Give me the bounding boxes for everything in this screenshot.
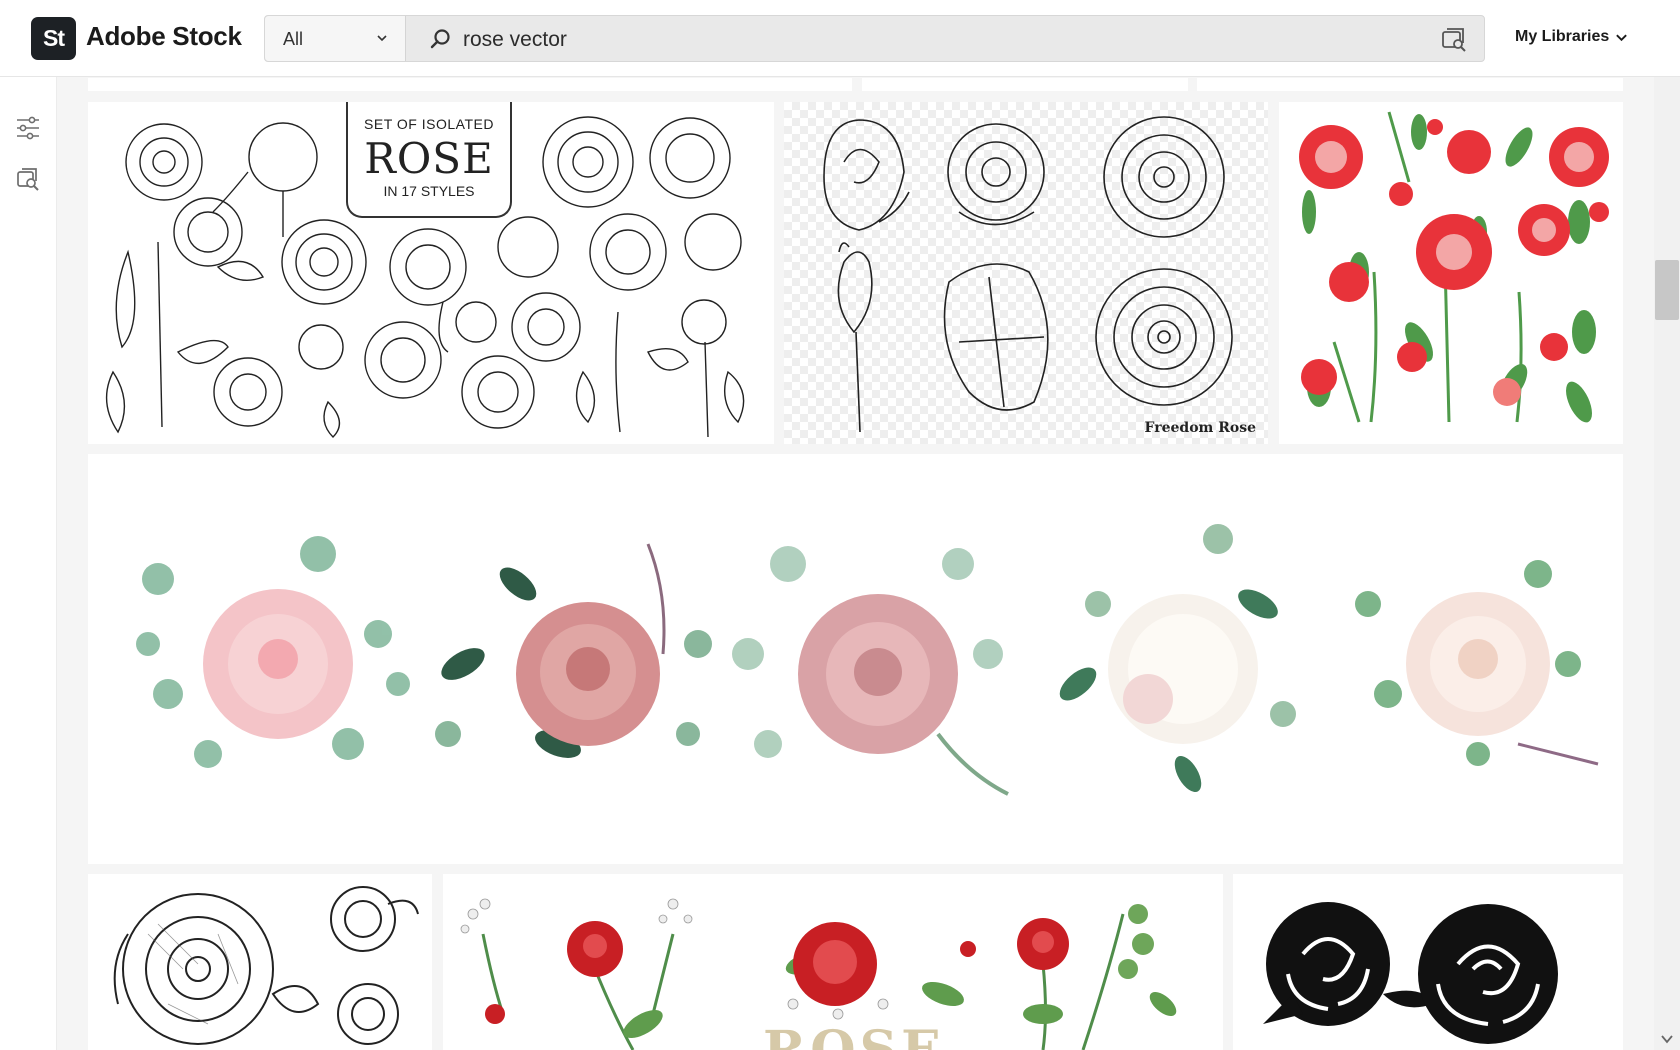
result-tile-partial[interactable]	[862, 78, 1188, 91]
freedom-rose-image	[823, 116, 1233, 433]
search-bar: All	[264, 15, 1485, 62]
my-libraries-label: My Libraries	[1515, 28, 1610, 45]
result-tile-freedom-rose[interactable]: Freedom Rose	[784, 102, 1268, 444]
search-input[interactable]	[463, 28, 1363, 52]
chevron-down-icon	[377, 35, 387, 42]
result-tile-partial[interactable]	[88, 78, 852, 91]
page-scrollbar[interactable]	[1654, 0, 1680, 1050]
left-rail	[0, 77, 57, 1050]
result-tile-partial[interactable]	[1197, 78, 1623, 91]
result-tile-line-roses[interactable]: SET OF ISOLATED ROSE IN 17 STYLES	[88, 102, 774, 444]
top-header: St Adobe Stock All My Libraries	[0, 0, 1680, 77]
scope-dropdown[interactable]: All	[265, 16, 406, 61]
scrollbar-thumb[interactable]	[1655, 260, 1679, 320]
scope-label: All	[283, 29, 304, 49]
result-tile-red-roses[interactable]	[1279, 102, 1623, 444]
adobe-stock-logo[interactable]: St	[31, 17, 76, 60]
watercolor-bouquets-image	[136, 524, 1599, 796]
red-roses-image	[1299, 111, 1609, 423]
result-tile-red-rose-set[interactable]: ROSE	[443, 874, 1223, 1050]
visual-search-icon[interactable]	[14, 165, 42, 193]
filters-icon[interactable]	[14, 114, 42, 142]
my-libraries-button[interactable]: My Libraries	[1515, 28, 1628, 46]
tile-overlay-text: ROSE	[763, 1020, 945, 1050]
visual-search-icon[interactable]	[1440, 26, 1468, 54]
logo-text: St	[43, 25, 65, 51]
rose-silhouettes-image	[1263, 902, 1558, 1044]
search-icon	[430, 29, 450, 49]
watermark-label: Freedom Rose	[1144, 420, 1256, 436]
result-tile-rose-silhouettes[interactable]	[1233, 874, 1623, 1050]
badge-sub-text: IN 17 STYLES	[383, 183, 475, 199]
badge-top-text: SET OF ISOLATED	[364, 116, 494, 132]
chevron-down-icon	[1616, 34, 1628, 41]
brand-name[interactable]: Adobe Stock	[86, 21, 242, 52]
result-tile-bouquets[interactable]	[88, 454, 1623, 864]
badge-main-text: ROSE	[364, 134, 494, 183]
title-badge: SET OF ISOLATED ROSE IN 17 STYLES	[346, 102, 512, 218]
result-tile-sketch-roses[interactable]	[88, 874, 432, 1050]
scroll-down-icon[interactable]	[1661, 1034, 1673, 1044]
sketch-roses-image	[113, 886, 419, 1045]
